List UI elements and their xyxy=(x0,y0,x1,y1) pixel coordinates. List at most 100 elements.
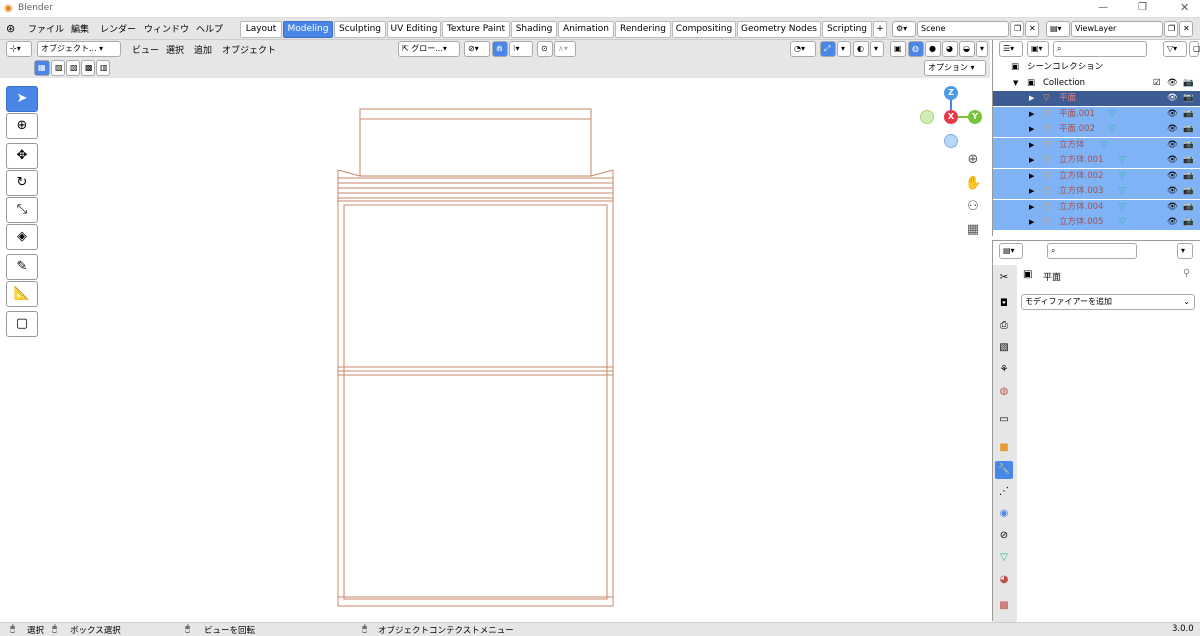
snap-toggle-icon[interactable]: ⋒ xyxy=(492,41,508,57)
minimize-icon[interactable]: — xyxy=(1098,2,1108,13)
select-mode-extend-icon[interactable]: ▨ xyxy=(51,60,65,76)
shading-wireframe-icon[interactable]: ◍ xyxy=(908,41,924,57)
blender-menu-icon[interactable]: ⊛ xyxy=(6,22,15,35)
menu-view[interactable]: ビュー xyxy=(132,43,159,56)
gizmo-z-axis[interactable]: Z xyxy=(944,86,958,100)
collection-checkbox-icon[interactable]: ☑ xyxy=(1153,76,1161,91)
visibility-eye-icon[interactable]: 👁 xyxy=(1167,215,1178,230)
rotate-tool-icon[interactable]: ↻ xyxy=(6,170,38,196)
visibility-eye-icon[interactable]: 👁 xyxy=(1167,138,1178,153)
editor-type-icon[interactable]: ⊹▾ xyxy=(6,41,32,57)
world-tab-icon[interactable]: ◍ xyxy=(995,383,1013,401)
add-modifier-dropdown[interactable]: モディファイアーを追加 ⌄ xyxy=(1021,294,1195,310)
shading-rendered-icon[interactable]: ◒ xyxy=(959,41,975,57)
visibility-eye-icon[interactable]: 👁 xyxy=(1167,200,1178,215)
visibility-eye-icon[interactable]: 👁 xyxy=(1167,107,1178,122)
render-camera-icon[interactable]: 📷 xyxy=(1183,200,1194,215)
menu-file[interactable]: ファイル xyxy=(28,22,64,35)
select-mode-new-icon[interactable]: ▦ xyxy=(34,60,50,76)
camera-view-icon[interactable]: ⚇ xyxy=(965,199,981,215)
render-camera-icon[interactable]: 📷 xyxy=(1183,184,1194,199)
menu-window[interactable]: ウィンドウ xyxy=(144,22,189,35)
scene-copy-icon[interactable]: ❐ xyxy=(1010,21,1024,37)
modifier-tab-icon[interactable]: 🔧 xyxy=(995,461,1013,479)
tab-modeling[interactable]: Modeling xyxy=(283,21,333,38)
select-mode-intersect-icon[interactable]: ▥ xyxy=(96,60,110,76)
outliner-search-input[interactable]: ⌕ xyxy=(1053,41,1147,57)
constraints-tab-icon[interactable]: ⊘ xyxy=(995,527,1013,545)
render-camera-icon[interactable]: 📷 xyxy=(1183,122,1194,137)
zoom-icon[interactable]: ⊕ xyxy=(965,152,981,168)
menu-render[interactable]: レンダー xyxy=(100,22,136,35)
gizmo-neg-y-axis[interactable] xyxy=(920,110,934,124)
tab-compositing[interactable]: Compositing xyxy=(672,21,736,38)
expand-arrow-icon[interactable]: ▶ xyxy=(1029,169,1034,184)
add-workspace-icon[interactable]: + xyxy=(873,21,887,38)
transform-orientation-dropdown[interactable]: ⇱ グロー...▾ xyxy=(398,41,460,57)
visibility-icon[interactable]: ◔▾ xyxy=(790,41,816,57)
visibility-eye-icon[interactable]: 👁 xyxy=(1167,91,1178,106)
view-layer-tab-icon[interactable]: ▧ xyxy=(995,339,1013,357)
gizmo-toggle-icon[interactable]: ⤢ xyxy=(820,41,836,57)
measure-tool-icon[interactable]: 📐 xyxy=(6,281,38,307)
object-tab-icon[interactable]: ■ xyxy=(995,439,1013,457)
mode-dropdown[interactable]: オブジェクト... ▾ xyxy=(37,41,121,57)
properties-options-icon[interactable]: ▾ xyxy=(1177,243,1193,259)
outliner-filter-icon[interactable]: ▽▾ xyxy=(1163,41,1187,57)
menu-select[interactable]: 選択 xyxy=(166,43,184,56)
data-tab-icon[interactable]: ▽ xyxy=(995,549,1013,567)
outliner-item[interactable]: ▶ ▽ 立方体.002 ▽ 👁 📷 xyxy=(993,169,1200,184)
snap-target-icon[interactable]: ⁝▾ xyxy=(509,41,533,57)
cursor-tool-icon[interactable]: ⊕ xyxy=(6,113,38,139)
expand-arrow-icon[interactable]: ▶ xyxy=(1029,107,1034,122)
menu-edit[interactable]: 編集 xyxy=(71,22,89,35)
scale-tool-icon[interactable]: ⤡ xyxy=(6,197,38,223)
properties-editor-type-icon[interactable]: ▤▾ xyxy=(999,243,1023,259)
xray-toggle-icon[interactable]: ▣ xyxy=(890,41,906,57)
render-camera-icon[interactable]: 📷 xyxy=(1183,107,1194,122)
visibility-eye-icon[interactable]: 👁 xyxy=(1167,169,1178,184)
render-camera-icon[interactable]: 📷 xyxy=(1183,215,1194,230)
material-tab-icon[interactable]: ◕ xyxy=(995,571,1013,589)
render-camera-icon[interactable]: 📷 xyxy=(1183,138,1194,153)
move-tool-icon[interactable]: ✥ xyxy=(6,143,38,169)
select-mode-subtract-icon[interactable]: ▧ xyxy=(66,60,80,76)
physics-tab-icon[interactable]: ◉ xyxy=(995,505,1013,523)
gizmo-y-axis[interactable]: Y xyxy=(968,110,982,124)
particles-tab-icon[interactable]: ⋰ xyxy=(995,483,1013,501)
expand-arrow-icon[interactable]: ▶ xyxy=(1029,122,1034,137)
outliner-new-collection-icon[interactable]: ▢ xyxy=(1189,41,1200,57)
select-box-tool-icon[interactable]: ➤ xyxy=(6,86,38,112)
proportional-editing-icon[interactable]: ⊙ xyxy=(537,41,553,57)
outliner-editor-type-icon[interactable]: ☰▾ xyxy=(999,41,1023,57)
visibility-eye-icon[interactable]: 👁 xyxy=(1167,153,1178,168)
tab-animation[interactable]: Animation xyxy=(558,21,614,38)
options-dropdown[interactable]: オプション ▾ xyxy=(924,60,986,76)
scene-name-field[interactable]: Scene xyxy=(917,21,1009,37)
collection-visibility-icon[interactable]: 👁 xyxy=(1167,76,1178,91)
expand-arrow-icon[interactable]: ▶ xyxy=(1029,215,1034,230)
pivot-point-icon[interactable]: ⊘▾ xyxy=(464,41,490,57)
tool-tab-icon[interactable]: ✂ xyxy=(995,269,1013,287)
collection-row[interactable]: ▼ ▣ Collection ☑ 👁 📷 xyxy=(993,76,1200,91)
outliner-display-mode-icon[interactable]: ▣▾ xyxy=(1027,41,1049,57)
expand-arrow-icon[interactable]: ▼ xyxy=(1013,76,1018,91)
expand-arrow-icon[interactable]: ▶ xyxy=(1029,200,1034,215)
outliner-item[interactable]: ▶ ▽ 立方体.003 ▽ 👁 📷 xyxy=(993,184,1200,199)
render-camera-icon[interactable]: 📷 xyxy=(1183,153,1194,168)
visibility-eye-icon[interactable]: 👁 xyxy=(1167,184,1178,199)
scene-selector-icon[interactable]: ⚙▾ xyxy=(892,21,916,37)
tab-sculpting[interactable]: Sculpting xyxy=(334,21,386,38)
output-tab-icon[interactable]: ⎙ xyxy=(995,317,1013,335)
menu-help[interactable]: ヘルプ xyxy=(196,22,223,35)
render-camera-icon[interactable]: 📷 xyxy=(1183,169,1194,184)
expand-arrow-icon[interactable]: ▶ xyxy=(1029,153,1034,168)
tab-layout[interactable]: Layout xyxy=(240,21,282,38)
tab-rendering[interactable]: Rendering xyxy=(615,21,671,38)
shading-material-icon[interactable]: ◕ xyxy=(942,41,958,57)
viewlayer-copy-icon[interactable]: ❐ xyxy=(1164,21,1178,37)
shading-dropdown-icon[interactable]: ▾ xyxy=(976,41,988,57)
pin-icon[interactable]: ⚲ xyxy=(1183,268,1190,279)
gizmo-neg-z-axis[interactable] xyxy=(944,134,958,148)
restore-icon[interactable]: ❐ xyxy=(1138,2,1147,13)
